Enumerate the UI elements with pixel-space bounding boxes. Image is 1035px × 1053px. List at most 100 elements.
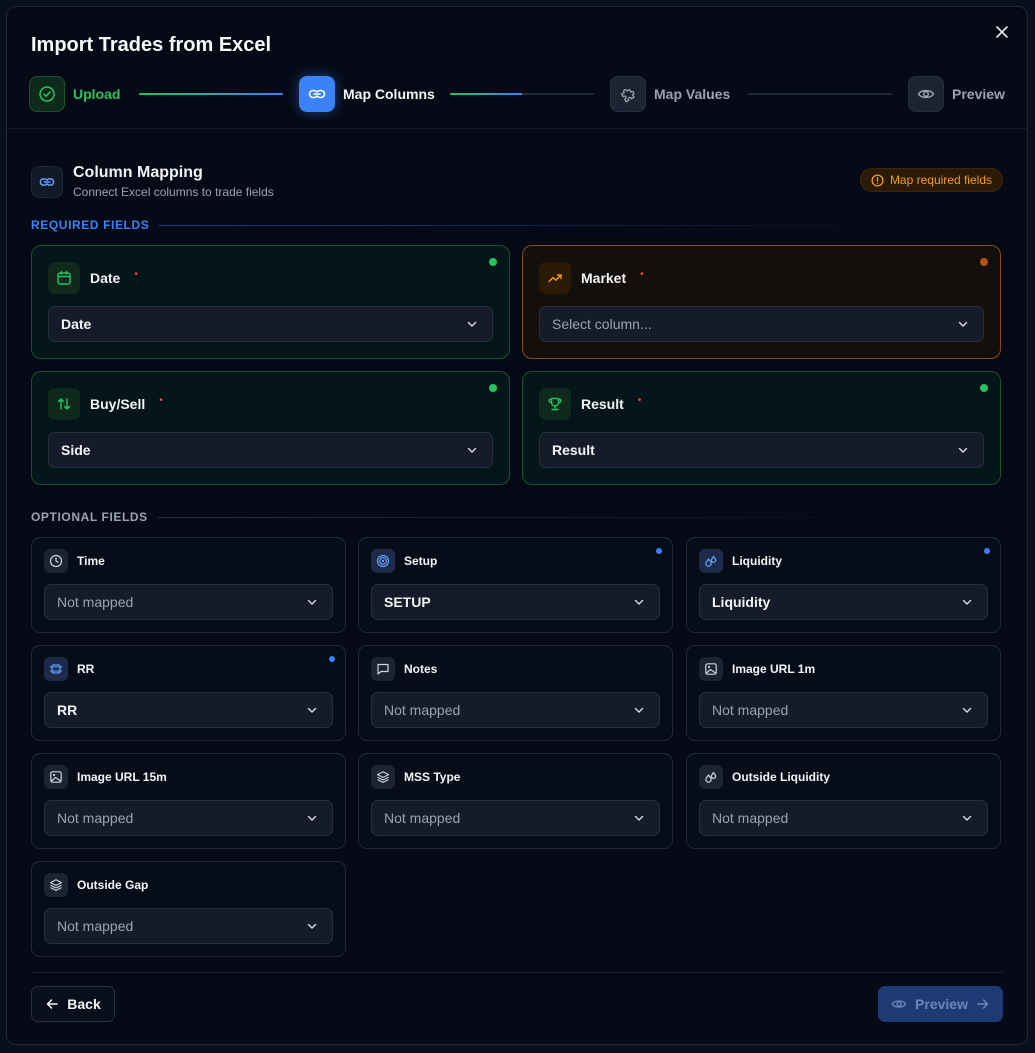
chevron-down-icon (307, 923, 317, 929)
step-upload[interactable]: Upload (29, 75, 120, 113)
chevron-down-icon (962, 815, 972, 821)
chevron-down-icon (307, 707, 317, 713)
field-label: Buy/Sell (90, 396, 146, 412)
link-icon (31, 165, 63, 198)
chevron-down-icon (467, 321, 477, 327)
chevron-down-icon (958, 321, 968, 327)
trending-up-icon (539, 262, 571, 294)
field-card-image-url-15m: Image URL 15m Not mapped (31, 753, 346, 849)
field-label: Notes (404, 662, 438, 676)
field-card-rr: RR RR (31, 645, 346, 741)
stepper: Upload Map Columns Map Values Preview (29, 75, 1009, 113)
chevron-down-icon (962, 599, 972, 605)
field-label: Outside Gap (77, 878, 149, 892)
arrow-right-icon (977, 999, 989, 1009)
select-value: SETUP (384, 594, 431, 610)
select-value: Not mapped (57, 594, 134, 610)
preview-button[interactable]: Preview (878, 986, 1003, 1022)
select-value: Result (552, 442, 595, 458)
chevron-down-icon (958, 447, 968, 453)
group-divider (157, 516, 918, 518)
field-label: Setup (404, 554, 438, 568)
select-value: Not mapped (57, 810, 134, 826)
setup-column-select[interactable]: SETUP (371, 584, 660, 620)
image-icon (699, 657, 723, 681)
layers-icon (44, 873, 68, 897)
field-card-market: Market • Select column... (522, 245, 1001, 359)
step-connector (139, 93, 283, 95)
header-divider (7, 128, 1027, 129)
date-column-select[interactable]: Date (48, 306, 493, 342)
step-connector (748, 93, 892, 95)
buy-sell-column-select[interactable]: Side (48, 432, 493, 468)
required-star: • (134, 268, 138, 280)
field-label: RR (77, 662, 95, 676)
status-dot (984, 548, 990, 554)
result-column-select[interactable]: Result (539, 432, 984, 468)
step-label: Preview (952, 86, 1005, 102)
rr-column-select[interactable]: RR (44, 692, 333, 728)
required-star: • (637, 394, 642, 406)
calendar-icon (48, 262, 80, 294)
step-preview[interactable]: Preview (908, 75, 1005, 113)
select-value: Not mapped (57, 918, 134, 934)
preview-label: Preview (915, 996, 968, 1012)
chevron-down-icon (307, 599, 317, 605)
field-label: Date (90, 270, 121, 286)
badge-text: Map required fields (889, 173, 992, 187)
group-label-text: OPTIONAL FIELDS (31, 510, 148, 524)
link-icon (299, 76, 335, 112)
step-map-columns[interactable]: Map Columns (299, 75, 435, 113)
select-value: Date (61, 316, 92, 332)
status-dot (656, 548, 662, 554)
required-fields-label: REQUIRED FIELDS (31, 218, 920, 232)
liquidity-column-select[interactable]: Liquidity (699, 584, 988, 620)
chevron-down-icon (634, 707, 644, 713)
field-label: Image URL 1m (732, 662, 816, 676)
target-icon (371, 549, 395, 573)
arrows-up-down-icon (48, 388, 80, 420)
step-label: Map Values (654, 86, 731, 102)
select-value: Side (61, 442, 91, 458)
field-card-outside-liquidity: Outside Liquidity Not mapped (686, 753, 1001, 849)
back-label: Back (67, 996, 101, 1012)
chevron-down-icon (307, 815, 317, 821)
market-column-select[interactable]: Select column... (539, 306, 984, 342)
footer-divider (31, 972, 1003, 973)
status-dot (980, 258, 988, 266)
required-star: • (159, 394, 163, 406)
step-label: Map Columns (343, 86, 435, 102)
field-card-mss-type: MSS Type Not mapped (358, 753, 673, 849)
close-button[interactable] (991, 21, 1013, 43)
eye-icon (908, 76, 944, 112)
droplets-icon (699, 765, 723, 789)
field-card-date: Date • Date (31, 245, 510, 359)
mss-type-column-select[interactable]: Not mapped (371, 800, 660, 836)
step-connector (450, 93, 594, 95)
field-label: MSS Type (404, 770, 461, 784)
select-placeholder: Select column... (552, 316, 652, 332)
field-card-setup: Setup SETUP (358, 537, 673, 633)
outside-gap-column-select[interactable]: Not mapped (44, 908, 333, 944)
status-dot (980, 384, 988, 392)
time-column-select[interactable]: Not mapped (44, 584, 333, 620)
message-icon (371, 657, 395, 681)
image-url-15m-column-select[interactable]: Not mapped (44, 800, 333, 836)
image-url-1m-column-select[interactable]: Not mapped (699, 692, 988, 728)
import-modal: Import Trades from Excel Upload Map Colu… (6, 6, 1028, 1045)
select-value: RR (57, 702, 78, 718)
field-card-result: Result • Result (522, 371, 1001, 485)
optional-fields-label: OPTIONAL FIELDS (31, 510, 918, 524)
required-star: • (640, 268, 644, 280)
notes-column-select[interactable]: Not mapped (371, 692, 660, 728)
field-card-outside-gap: Outside Gap Not mapped (31, 861, 346, 957)
outside-liquidity-column-select[interactable]: Not mapped (699, 800, 988, 836)
back-button[interactable]: Back (31, 986, 115, 1022)
field-label: Time (77, 554, 105, 568)
field-label: Market (581, 270, 627, 286)
step-map-values[interactable]: Map Values (610, 75, 730, 113)
select-value: Not mapped (384, 702, 461, 718)
field-card-liquidity: Liquidity Liquidity (686, 537, 1001, 633)
chevron-down-icon (634, 599, 644, 605)
modal-title: Import Trades from Excel (31, 34, 272, 56)
